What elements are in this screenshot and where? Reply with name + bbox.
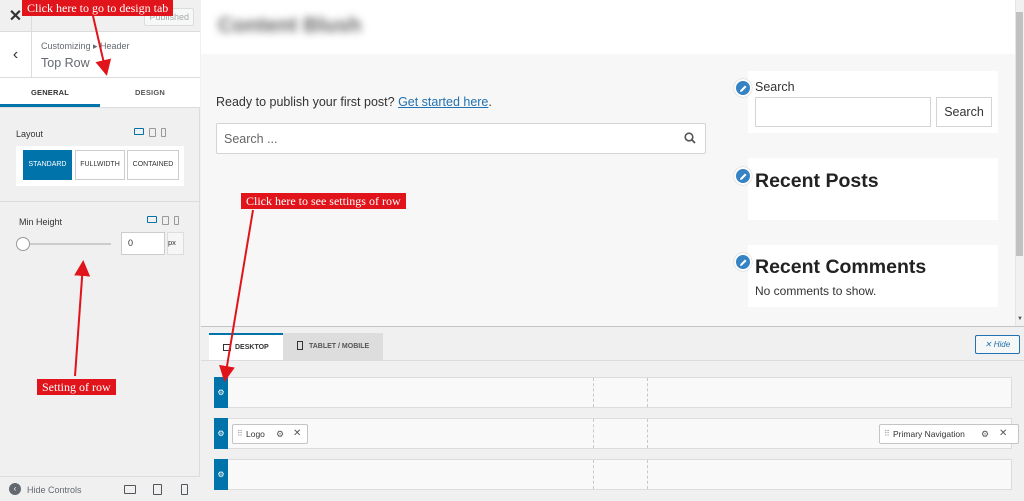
desktop-preview-icon[interactable] <box>124 485 136 494</box>
breadcrumb: Customizing ▸ Header <box>41 41 130 51</box>
column-divider <box>593 378 594 407</box>
min-height-slider-handle[interactable] <box>16 237 30 251</box>
drag-handle-icon[interactable]: ⠿ <box>884 425 890 443</box>
section-header: ‹ Customizing ▸ Header Top Row <box>0 32 200 78</box>
desktop-icon[interactable] <box>147 216 157 223</box>
builder-item-logo[interactable]: ⠿ Logo ⚙ ✕ <box>232 424 308 444</box>
search-button[interactable]: Search <box>936 97 992 127</box>
chevron-left-icon: ‹ <box>12 46 19 63</box>
min-height-input[interactable]: 0 <box>121 232 165 255</box>
item-settings-gear-icon[interactable]: ⚙ <box>276 425 284 443</box>
row-settings-gear-icon[interactable]: ⚙ <box>214 418 228 449</box>
intro-text: Ready to publish your first post? Get st… <box>216 95 492 109</box>
collapse-icon[interactable]: ‹ <box>9 483 21 495</box>
preview-scroll-thumb[interactable] <box>1016 12 1023 256</box>
builder-item-primary-navigation-label: Primary Navigation <box>893 429 965 439</box>
annotation-setting-of-row: Setting of row <box>37 379 116 395</box>
tab-tablet-mobile[interactable]: TABLET / MOBILE <box>283 333 384 360</box>
site-preview: Content Blush Ready to publish your firs… <box>201 0 1024 326</box>
tab-desktop-label: DESKTOP <box>235 344 269 351</box>
scroll-down-icon[interactable]: ▼ <box>1017 316 1023 322</box>
hide-builder-label: Hide <box>993 340 1011 349</box>
edit-pencil-icon[interactable] <box>734 253 752 271</box>
annotation-row-settings: Click here to see settings of row <box>241 193 406 209</box>
min-height-label: Min Height <box>19 217 63 227</box>
item-settings-gear-icon[interactable]: ⚙ <box>981 425 989 443</box>
tab-tablet-mobile-label: TABLET / MOBILE <box>309 343 370 350</box>
item-remove-icon[interactable]: ✕ <box>293 425 301 443</box>
panel-tabs: GENERAL DESIGN <box>0 78 200 108</box>
mobile-icon[interactable] <box>174 216 179 225</box>
row-settings-gear-icon[interactable]: ⚙ <box>214 377 228 408</box>
min-height-slider-track[interactable] <box>22 243 111 245</box>
min-height-device-switcher <box>147 216 179 225</box>
desktop-icon[interactable] <box>134 128 144 135</box>
annotation-design-tab: Click here to go to design tab <box>22 0 174 16</box>
search-input[interactable]: Search ... <box>216 123 706 154</box>
mobile-preview-icon[interactable] <box>181 484 188 495</box>
layout-fullwidth-button[interactable]: FULLWIDTH <box>75 150 125 180</box>
column-divider <box>647 419 648 448</box>
column-divider <box>593 419 594 448</box>
row-settings-gear-icon[interactable]: ⚙ <box>214 459 228 490</box>
recent-posts-title: Recent Posts <box>755 170 879 192</box>
builder-row-bottom: ⚙ <box>214 459 1012 490</box>
tablet-icon <box>297 341 303 350</box>
intro-period: . <box>488 95 492 109</box>
tab-general[interactable]: GENERAL <box>0 78 100 107</box>
site-header: Content Blush <box>201 0 1015 54</box>
item-remove-icon[interactable]: ✕ <box>999 425 1007 443</box>
tab-design[interactable]: DESIGN <box>100 78 200 107</box>
recent-comments-widget: Recent Comments No comments to show. <box>748 245 998 307</box>
header-builder: DESKTOP TABLET / MOBILE ✕ Hide ⚙ ⚙ ⠿ Log… <box>201 326 1024 501</box>
tab-desktop[interactable]: DESKTOP <box>209 333 283 360</box>
layout-standard-button[interactable]: STANDARD <box>23 150 72 180</box>
recent-posts-widget: Recent Posts <box>748 158 998 220</box>
builder-item-logo-label: Logo <box>246 429 265 439</box>
customizer-panel: ✕ Published ‹ Customizing ▸ Header Top R… <box>0 0 200 501</box>
site-title[interactable]: Content Blush <box>218 14 361 38</box>
recent-comments-text: No comments to show. <box>755 284 877 298</box>
hide-controls-button[interactable]: Hide Controls <box>27 485 82 495</box>
min-height-unit: px <box>168 238 176 247</box>
edit-pencil-icon[interactable] <box>734 167 752 185</box>
builder-item-primary-navigation[interactable]: ⠿ Primary Navigation ⚙ ✕ <box>879 424 1019 444</box>
divider <box>0 201 200 202</box>
search-placeholder: Search ... <box>224 132 278 146</box>
panel-footer: ‹ Hide Controls <box>0 476 200 501</box>
tablet-preview-icon[interactable] <box>153 484 162 495</box>
search-widget-input[interactable] <box>755 97 931 127</box>
layout-options: STANDARD FULLWIDTH CONTAINED <box>16 146 184 186</box>
tablet-icon[interactable] <box>162 216 169 225</box>
builder-row-main: ⚙ ⠿ Logo ⚙ ✕ ⠿ Primary Navigation ⚙ ✕ <box>214 418 1019 449</box>
column-divider <box>593 460 594 489</box>
column-divider <box>647 460 648 489</box>
intro-message: Ready to publish your first post? <box>216 95 395 109</box>
edit-pencil-icon[interactable] <box>734 79 752 97</box>
layout-device-switcher <box>134 128 166 137</box>
mobile-icon[interactable] <box>161 128 166 137</box>
back-button[interactable]: ‹ <box>0 32 32 78</box>
column-divider <box>647 378 648 407</box>
recent-comments-title: Recent Comments <box>755 256 927 278</box>
builder-divider <box>201 360 1024 361</box>
search-widget: Search Search <box>748 71 998 133</box>
builder-row-top: ⚙ <box>214 377 1012 408</box>
section-title: Top Row <box>41 56 90 70</box>
drag-handle-icon[interactable]: ⠿ <box>237 425 243 443</box>
close-icon: ✕ <box>984 340 994 349</box>
search-icon[interactable] <box>684 132 696 144</box>
layout-label: Layout <box>16 129 44 139</box>
tablet-icon[interactable] <box>149 128 156 137</box>
hide-builder-button[interactable]: ✕ Hide <box>975 335 1020 354</box>
layout-contained-button[interactable]: CONTAINED <box>127 150 179 180</box>
get-started-link[interactable]: Get started here <box>398 95 488 109</box>
desktop-icon <box>223 344 231 351</box>
search-widget-label: Search <box>755 80 795 94</box>
